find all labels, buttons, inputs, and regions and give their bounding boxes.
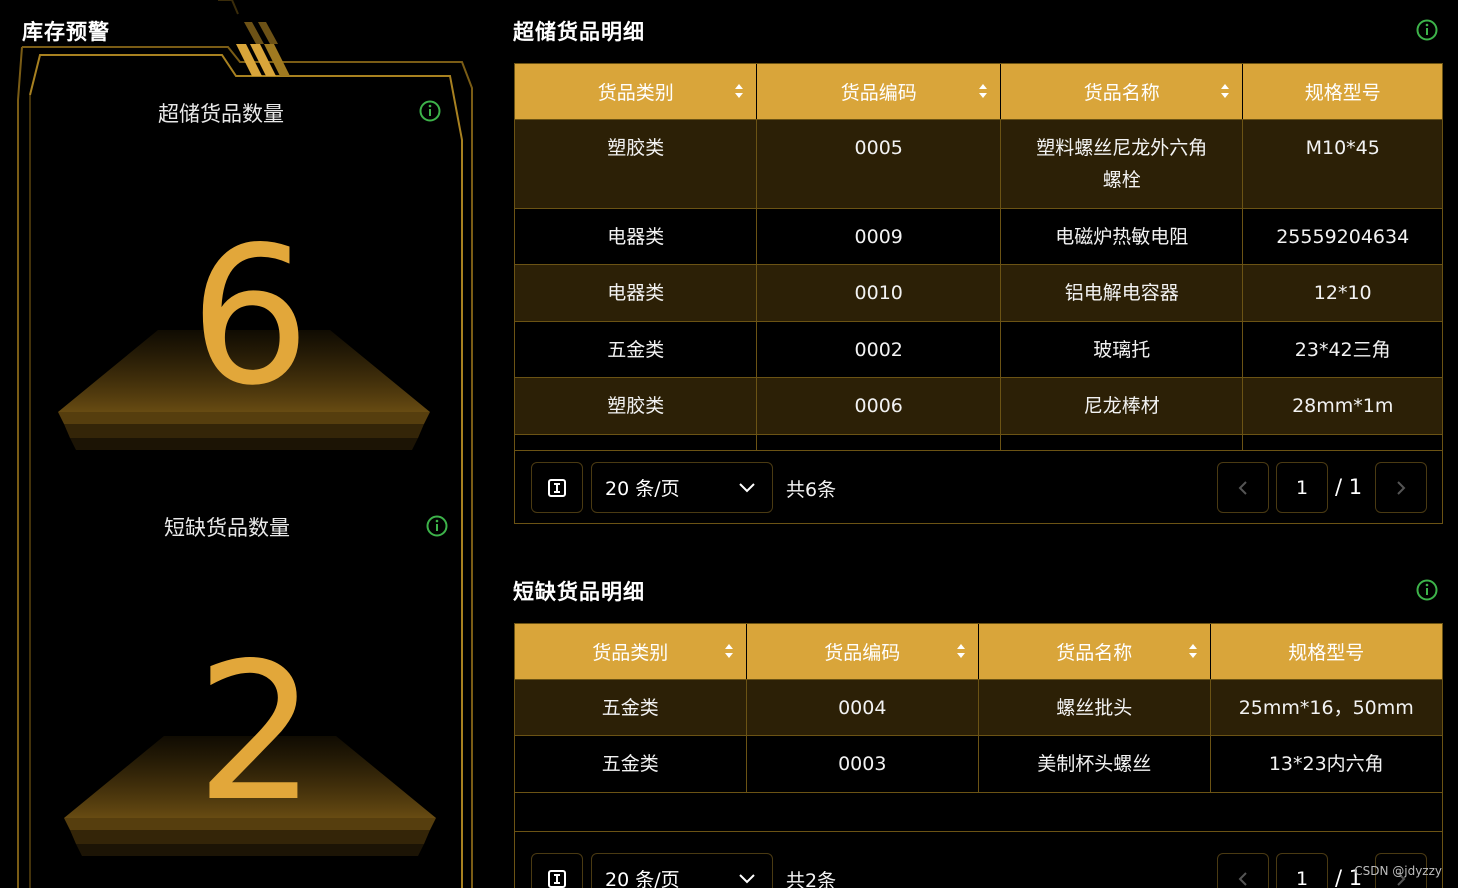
column-header-category[interactable]: 货品类别 xyxy=(515,624,747,679)
overstock-table: 货品类别 货品编码 货品名称 规格型号 塑胶类 0005 塑料螺丝尼龙外六角 螺… xyxy=(514,63,1443,524)
table-row[interactable]: 电器类 0010 铝电解电容器 12*10 xyxy=(515,264,1442,321)
table-header: 货品类别 货品编码 货品名称 规格型号 xyxy=(515,64,1442,119)
total-count: 共6条 xyxy=(786,479,837,501)
overstock-count-value: 6 xyxy=(189,206,311,427)
column-header-category[interactable]: 货品类别 xyxy=(515,64,758,119)
table-row[interactable]: 塑胶类 0006 尼龙棒材 28mm*1m xyxy=(515,377,1442,434)
cell-category: 五金类 xyxy=(515,680,747,735)
sort-icon[interactable] xyxy=(1220,83,1230,99)
prev-page-button[interactable] xyxy=(1217,462,1269,513)
info-icon[interactable] xyxy=(1416,19,1438,41)
sort-icon[interactable] xyxy=(978,83,988,99)
total-pages: / 1 xyxy=(1335,475,1363,499)
shortage-count-value: 2 xyxy=(195,622,317,843)
shortage-count-label: 短缺货品数量 xyxy=(164,516,290,540)
cell-code: 0010 xyxy=(757,265,1001,321)
cell-category: 五金类 xyxy=(515,736,747,792)
column-header-name[interactable]: 货品名称 xyxy=(1001,64,1244,119)
sort-icon[interactable] xyxy=(724,643,734,659)
page-size-select[interactable]: 20 条/页 xyxy=(591,853,773,888)
cell-spec: 28mm*1m xyxy=(1292,395,1394,417)
chevron-down-icon xyxy=(739,483,755,493)
chevron-right-icon xyxy=(1397,480,1406,495)
page-size-select[interactable]: 20 条/页 xyxy=(591,462,773,513)
chevron-down-icon xyxy=(739,874,755,884)
table-row[interactable]: 电器类 0009 电磁炉热敏电阻 25559204634 xyxy=(515,208,1442,264)
shortage-table: 货品类别 货品编码 货品名称 规格型号 五金类 0004 螺丝批头 25mm*1… xyxy=(514,623,1443,888)
info-icon[interactable] xyxy=(419,100,441,122)
info-icon[interactable] xyxy=(1416,579,1438,601)
cell-category: 电器类 xyxy=(515,265,758,321)
cell-category: 电器类 xyxy=(515,209,758,264)
chevron-left-icon xyxy=(1238,871,1247,886)
cell-code: 0003 xyxy=(747,736,979,792)
jump-icon-button[interactable] xyxy=(531,853,583,888)
cell-category: 塑胶类 xyxy=(515,120,758,208)
cell-name: 塑料螺丝尼龙外六角 螺栓 xyxy=(1001,120,1244,208)
sort-icon[interactable] xyxy=(734,83,744,99)
table-row[interactable]: 五金类 0002 玻璃托 23*42三角 xyxy=(515,321,1442,377)
table-header: 货品类别 货品编码 货品名称 规格型号 xyxy=(515,624,1442,679)
sort-icon[interactable] xyxy=(956,643,966,659)
total-count: 共2条 xyxy=(786,870,837,888)
cell-name: 玻璃托 xyxy=(1001,322,1244,377)
column-header-spec: 规格型号 xyxy=(1304,82,1381,104)
cell-spec: 12*10 xyxy=(1313,282,1372,304)
jump-icon-button[interactable] xyxy=(531,462,583,513)
cell-name: 电磁炉热敏电阻 xyxy=(1001,209,1244,264)
column-header-spec: 规格型号 xyxy=(1288,642,1365,664)
table-row[interactable]: 五金类 0003 美制杯头螺丝 13*23内六角 xyxy=(515,735,1442,792)
left-panel-title: 库存预警 xyxy=(22,20,110,44)
cell-category: 五金类 xyxy=(515,322,758,377)
shortage-section-title: 短缺货品明细 xyxy=(513,580,645,604)
cell-category: 塑胶类 xyxy=(515,378,758,434)
chevron-left-icon xyxy=(1238,480,1247,495)
next-page-button[interactable] xyxy=(1375,462,1427,513)
cell-name: 美制杯头螺丝 xyxy=(979,736,1211,792)
current-page-input[interactable]: 1 xyxy=(1276,462,1328,513)
cell-spec: 23*42三角 xyxy=(1294,339,1391,361)
pagination: 20 条/页 共6条 1 / 1 xyxy=(515,450,1442,523)
column-header-code[interactable]: 货品编码 xyxy=(757,64,1001,119)
cell-name: 螺丝批头 xyxy=(979,680,1211,735)
pagination: 20 条/页 共2条 1 / 1 xyxy=(515,831,1442,888)
table-row[interactable]: 塑胶类 0005 塑料螺丝尼龙外六角 螺栓 M10*45 xyxy=(515,119,1442,208)
cell-code: 0002 xyxy=(757,322,1001,377)
cell-code: 0005 xyxy=(757,120,1001,208)
page-jump-icon xyxy=(548,478,566,497)
overstock-count-label: 超储货品数量 xyxy=(158,102,284,126)
cell-name: 铝电解电容器 xyxy=(1001,265,1244,321)
cell-spec: 25mm*16，50mm xyxy=(1238,697,1414,719)
cell-spec: M10*45 xyxy=(1305,137,1380,159)
info-icon[interactable] xyxy=(426,515,448,537)
watermark: CSDN @jdyzzy xyxy=(1354,864,1442,878)
cell-code: 0006 xyxy=(757,378,1001,434)
page-jump-icon xyxy=(548,869,566,888)
current-page-input[interactable]: 1 xyxy=(1276,853,1328,888)
prev-page-button[interactable] xyxy=(1217,853,1269,888)
cell-spec: 13*23内六角 xyxy=(1268,753,1384,775)
table-empty-space xyxy=(515,792,1442,832)
sort-icon[interactable] xyxy=(1188,643,1198,659)
column-header-code[interactable]: 货品编码 xyxy=(747,624,979,679)
cell-code: 0004 xyxy=(747,680,979,735)
column-header-name[interactable]: 货品名称 xyxy=(979,624,1211,679)
cell-spec: 25559204634 xyxy=(1276,226,1410,248)
cell-name: 尼龙棒材 xyxy=(1001,378,1244,434)
table-row[interactable]: 五金类 0004 螺丝批头 25mm*16，50mm xyxy=(515,679,1442,735)
overstock-section-title: 超储货品明细 xyxy=(513,20,645,44)
cell-code: 0009 xyxy=(757,209,1001,264)
